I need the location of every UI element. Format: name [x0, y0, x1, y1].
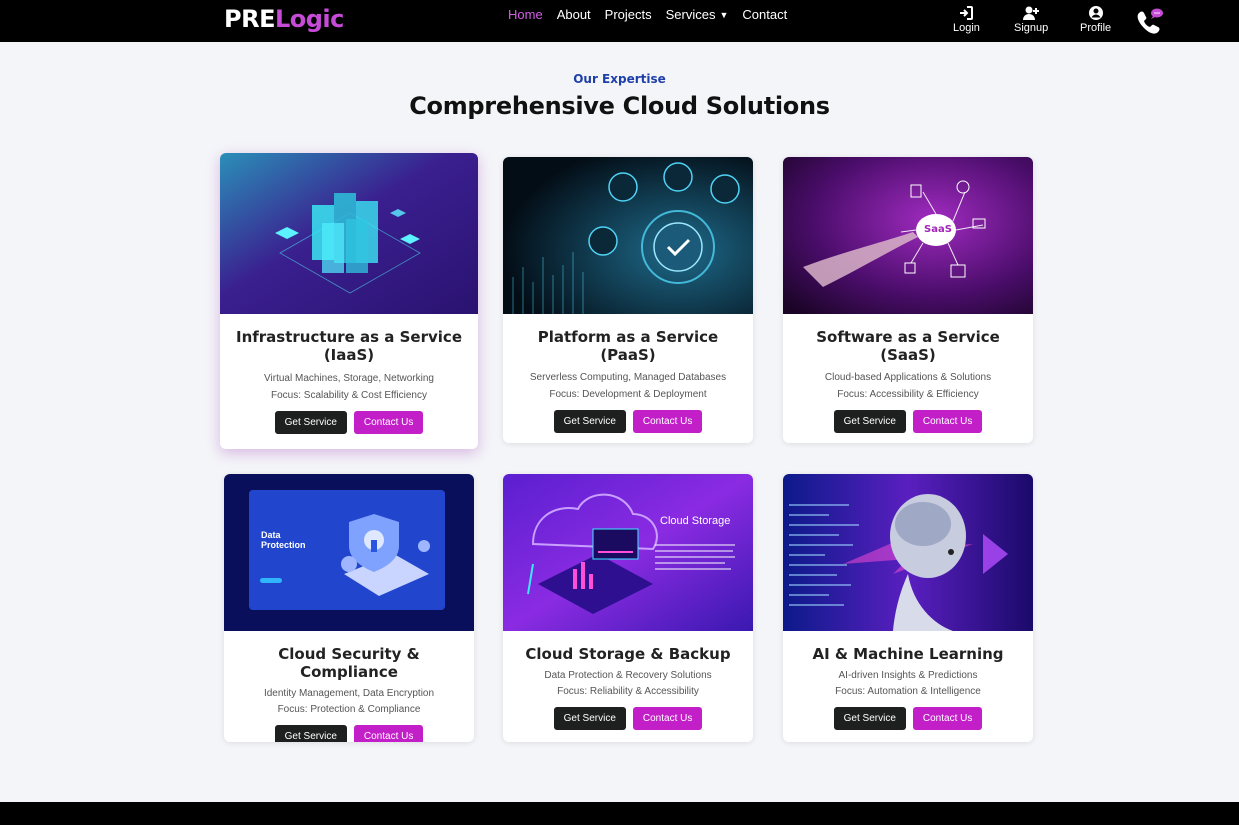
card-actions-storage: Get Service Contact Us: [503, 707, 753, 730]
card-desc-paas: Serverless Computing, Managed Databases: [529, 372, 727, 383]
phone-chat-icon[interactable]: [1134, 7, 1166, 37]
contact-us-button[interactable]: Contact Us: [632, 410, 703, 433]
card-focus-iaas: Focus: Scalability & Cost Efficiency: [271, 390, 427, 401]
section-eyebrow: Our Expertise: [573, 72, 666, 86]
profile-label: Profile: [1080, 22, 1112, 34]
get-service-button[interactable]: Get Service: [833, 410, 906, 433]
card-focus-ai: Focus: Automation & Intelligence: [835, 686, 981, 697]
service-card-paas[interactable]: Platform as a Service (PaaS) Serverless …: [503, 157, 753, 443]
card-desc-iaas: Virtual Machines, Storage, Networking: [264, 373, 434, 384]
login-button[interactable]: Login: [953, 5, 980, 34]
card-focus-paas: Focus: Development & Deployment: [549, 389, 707, 400]
card-title-saas: Software as a Service (SaaS): [783, 328, 1033, 364]
card-title-paas-line1: Platform as a Service: [537, 328, 719, 346]
navbar: PRELogic Home About Projects Services ▼ C…: [0, 0, 1239, 42]
card-desc-ai: AI-driven Insights & Predictions: [838, 670, 978, 681]
card-title-iaas: Infrastructure as a Service (IaaS): [220, 328, 478, 364]
get-service-button[interactable]: Get Service: [833, 707, 906, 730]
saas-image: SaaS: [783, 157, 1033, 314]
user-plus-icon: [1023, 6, 1040, 20]
user-circle-icon: [1088, 6, 1103, 20]
profile-button[interactable]: Profile: [1080, 5, 1111, 34]
card-title-storage: Cloud Storage & Backup: [525, 645, 731, 663]
saas-image-label: SaaS: [924, 224, 952, 235]
section-heading: Comprehensive Cloud Solutions: [409, 92, 830, 120]
card-focus-security: Focus: Protection & Compliance: [277, 704, 421, 715]
card-title-paas: Platform as a Service (PaaS): [503, 328, 753, 364]
iaas-image: [220, 153, 478, 314]
card-desc-saas: Cloud-based Applications & Solutions: [824, 372, 992, 383]
card-title-iaas-line2: (IaaS): [323, 346, 375, 364]
security-image-label-line1: Data: [261, 530, 281, 540]
card-title-saas-line2: (SaaS): [880, 346, 936, 364]
paas-image: [503, 157, 753, 314]
footer: [0, 802, 1239, 825]
card-title-security: Cloud Security & Compliance: [278, 645, 420, 681]
service-card-security[interactable]: Data Protection Cloud Security & Complia…: [224, 474, 474, 742]
card-actions-security: Get Service Contact Us: [224, 725, 474, 742]
storage-image-label: Cloud Storage: [660, 515, 731, 527]
card-actions-paas: Get Service Contact Us: [503, 410, 753, 433]
contact-us-button[interactable]: Contact Us: [912, 707, 983, 730]
card-actions-iaas: Get Service Contact Us: [220, 411, 478, 434]
card-focus-saas: Focus: Accessibility & Efficiency: [837, 389, 979, 400]
signup-button[interactable]: Signup: [1014, 5, 1048, 34]
card-desc-storage: Data Protection & Recovery Solutions: [544, 670, 712, 681]
card-title-saas-line1: Software as a Service: [816, 328, 1000, 346]
login-label: Login: [953, 22, 980, 34]
contact-us-button[interactable]: Contact Us: [632, 707, 703, 730]
storage-image: Cloud Storage: [503, 474, 753, 631]
ai-image: [783, 474, 1033, 631]
get-service-button[interactable]: Get Service: [553, 707, 626, 730]
contact-us-button[interactable]: Contact Us: [912, 410, 983, 433]
card-title-iaas-line1: Infrastructure as a Service: [236, 328, 462, 346]
card-title-ai: AI & Machine Learning: [812, 645, 1004, 663]
service-card-ai[interactable]: AI & Machine Learning AI-driven Insights…: [783, 474, 1033, 742]
login-icon: [960, 6, 974, 20]
service-card-storage[interactable]: Cloud Storage Cloud Storage & Backup Dat…: [503, 474, 753, 742]
service-card-saas[interactable]: SaaS Software as a Service (SaaS) Cloud-…: [783, 157, 1033, 443]
card-title-paas-line2: (PaaS): [600, 346, 656, 364]
get-service-button[interactable]: Get Service: [274, 411, 347, 434]
card-focus-storage: Focus: Reliability & Accessibility: [557, 686, 699, 697]
nav-actions: Login Signup Profile: [0, 5, 1239, 37]
card-actions-ai: Get Service Contact Us: [783, 707, 1033, 730]
security-image-label-line2: Protection: [261, 540, 306, 550]
signup-label: Signup: [1014, 22, 1049, 34]
card-desc-security: Identity Management, Data Encryption: [263, 688, 435, 699]
security-image: Data Protection: [224, 474, 474, 631]
security-image-label: Data Protection: [261, 530, 306, 550]
contact-us-button[interactable]: Contact Us: [353, 411, 424, 434]
card-actions-saas: Get Service Contact Us: [783, 410, 1033, 433]
get-service-button[interactable]: Get Service: [553, 410, 626, 433]
service-card-iaas[interactable]: Infrastructure as a Service (IaaS) Virtu…: [220, 153, 478, 449]
get-service-button[interactable]: Get Service: [274, 725, 347, 742]
contact-us-button[interactable]: Contact Us: [353, 725, 424, 742]
